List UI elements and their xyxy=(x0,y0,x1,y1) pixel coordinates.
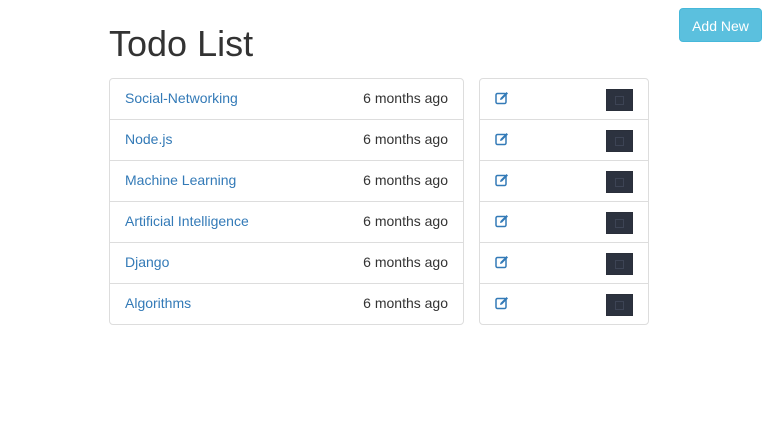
page: Add New Todo List Social-Networking 6 mo… xyxy=(0,0,777,439)
todo-title-link[interactable]: Machine Learning xyxy=(125,171,236,189)
todo-actions-list xyxy=(479,78,649,325)
edit-icon[interactable] xyxy=(495,214,509,228)
todo-actions-row xyxy=(480,79,648,120)
todo-timestamp: 6 months ago xyxy=(363,254,448,270)
todo-row: Node.js 6 months ago xyxy=(110,120,463,161)
todo-row: Social-Networking 6 months ago xyxy=(110,79,463,120)
todo-actions-row xyxy=(480,243,648,284)
todo-title-link[interactable]: Social-Networking xyxy=(125,89,238,107)
delete-button[interactable] xyxy=(606,130,633,152)
todo-row: Machine Learning 6 months ago xyxy=(110,161,463,202)
edit-icon[interactable] xyxy=(495,255,509,269)
trash-icon xyxy=(615,137,624,146)
todo-list: Social-Networking 6 months ago Node.js 6… xyxy=(109,78,464,325)
todo-title-link[interactable]: Algorithms xyxy=(125,294,191,312)
todo-title-link[interactable]: Node.js xyxy=(125,130,172,148)
trash-icon xyxy=(615,96,624,105)
edit-icon[interactable] xyxy=(495,132,509,146)
page-title: Todo List xyxy=(109,23,254,64)
delete-button[interactable] xyxy=(606,171,633,193)
todo-row: Algorithms 6 months ago xyxy=(110,284,463,324)
add-new-button[interactable]: Add New xyxy=(679,8,762,42)
edit-icon[interactable] xyxy=(495,173,509,187)
todo-timestamp: 6 months ago xyxy=(363,295,448,311)
trash-icon xyxy=(615,219,624,228)
todo-timestamp: 6 months ago xyxy=(363,213,448,229)
todo-row: Artificial Intelligence 6 months ago xyxy=(110,202,463,243)
todo-timestamp: 6 months ago xyxy=(363,172,448,188)
todo-actions-row xyxy=(480,202,648,243)
delete-button[interactable] xyxy=(606,253,633,275)
todo-row: Django 6 months ago xyxy=(110,243,463,284)
todo-timestamp: 6 months ago xyxy=(363,131,448,147)
edit-icon[interactable] xyxy=(495,296,509,310)
trash-icon xyxy=(615,260,624,269)
delete-button[interactable] xyxy=(606,294,633,316)
delete-button[interactable] xyxy=(606,212,633,234)
todo-actions-row xyxy=(480,161,648,202)
todo-actions-row xyxy=(480,284,648,324)
edit-icon[interactable] xyxy=(495,91,509,105)
todo-timestamp: 6 months ago xyxy=(363,90,448,106)
todo-title-link[interactable]: Artificial Intelligence xyxy=(125,212,249,230)
trash-icon xyxy=(615,301,624,310)
delete-button[interactable] xyxy=(606,89,633,111)
todo-actions-row xyxy=(480,120,648,161)
trash-icon xyxy=(615,178,624,187)
todo-title-link[interactable]: Django xyxy=(125,253,169,271)
